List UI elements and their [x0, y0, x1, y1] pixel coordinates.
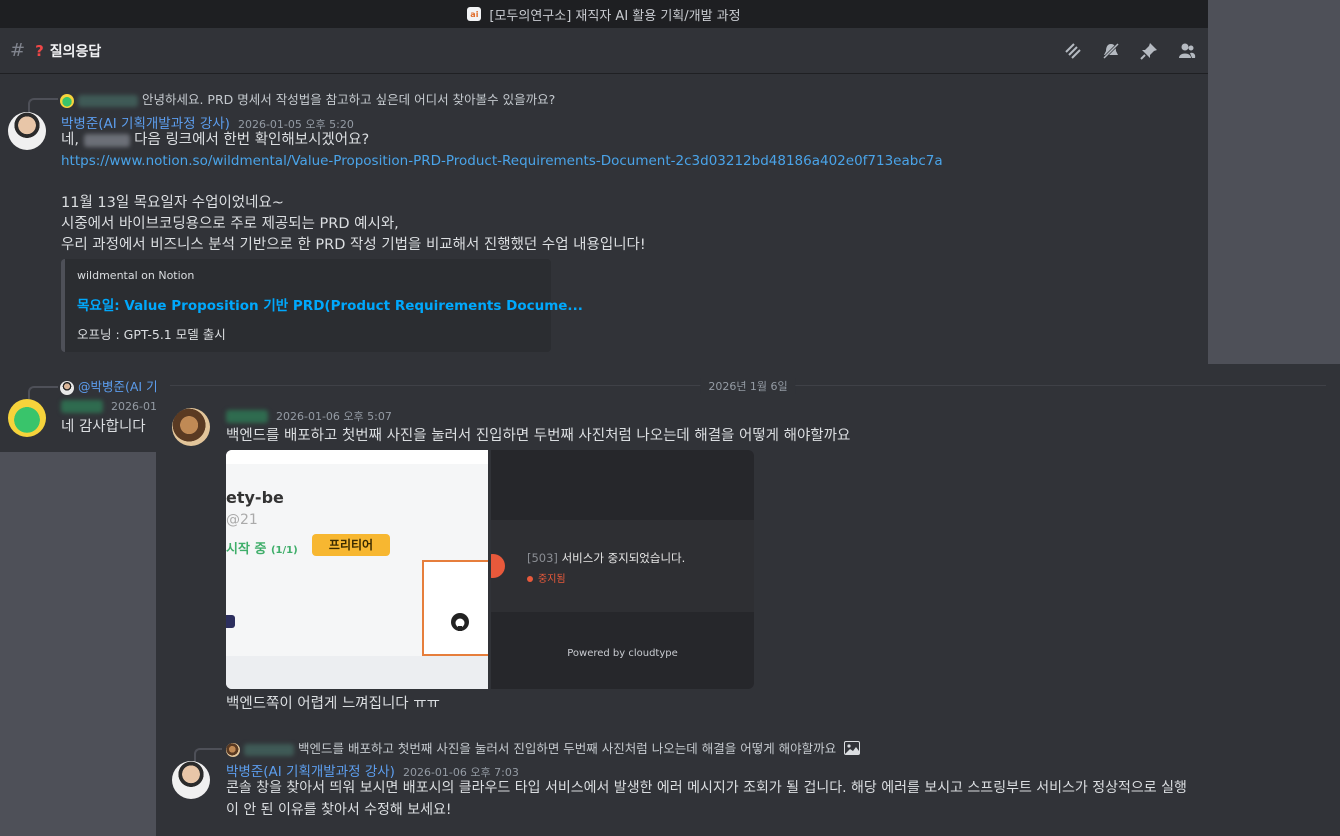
members-icon[interactable]	[1178, 42, 1196, 60]
image-status: 시작 중 (1/1)	[226, 542, 298, 557]
author-name[interactable]: 박병준(AI 기획개발과정 강사) 2026-01-06 오후 7:03	[226, 760, 519, 780]
embed-provider[interactable]: wildmental on Notion	[77, 269, 539, 282]
github-icon	[450, 612, 470, 636]
message-line: 네, 다음 링크에서 한번 확인해보시겠어요?	[61, 132, 370, 148]
error-panel	[491, 520, 754, 612]
link-embed: wildmental on Notion 목요일: Value Proposit…	[61, 259, 583, 352]
message-line: 시중에서 바이브코딩용으로 주로 제공되는 PRD 예시와,	[61, 216, 399, 232]
error-message: [503] 서비스가 중지되었습니다.	[527, 551, 686, 565]
pin-icon[interactable]	[1140, 42, 1158, 60]
redacted-name	[226, 409, 268, 423]
message-line: 11월 13일 목요일자 수업이었네요~	[61, 195, 284, 211]
image-top-bar	[226, 450, 488, 464]
redacted-name	[61, 399, 103, 413]
status-dot	[527, 576, 533, 582]
reply-mention[interactable]: @박병준(AI 기	[60, 376, 158, 395]
tier-badge: 프리티어	[312, 534, 390, 556]
hash-icon: #	[10, 40, 26, 61]
timestamp: 2026-01	[111, 400, 157, 413]
image-text: ety-be	[226, 488, 284, 507]
highlight-box	[422, 560, 488, 656]
reply-connector	[28, 98, 58, 114]
embed-title[interactable]: 목요일: Value Proposition 기반 PRD(Product Re…	[77, 294, 583, 314]
author-name[interactable]: 2026-01	[61, 398, 157, 414]
avatar[interactable]	[8, 112, 46, 150]
question-icon: ?	[35, 41, 44, 60]
powered-by: Powered by cloudtype	[567, 648, 678, 659]
image-element	[226, 615, 235, 628]
threads-icon[interactable]	[1064, 42, 1082, 60]
date-divider-label: 2026년 1월 6일	[700, 378, 796, 394]
attachment-image-2[interactable]: [503] 서비스가 중지되었습니다. 중지됨 Powered by cloud…	[491, 450, 754, 689]
image-icon	[844, 741, 861, 758]
mute-icon[interactable]	[1102, 42, 1120, 60]
timestamp: 2026-01-06 오후 5:07	[276, 410, 392, 423]
avatar	[60, 380, 74, 395]
message-line: 네 감사합니다	[61, 419, 146, 435]
author-name[interactable]: 2026-01-06 오후 5:07	[226, 408, 392, 424]
message-line: 백엔드쪽이 어렵게 느껴집니다 ㅠㅠ	[226, 696, 440, 712]
background-area	[1208, 0, 1340, 364]
notion-link[interactable]: https://www.notion.so/wildmental/Value-P…	[61, 151, 943, 172]
attachment-image-1[interactable]: ety-be @21 시작 중 (1/1) 프리티어	[226, 450, 488, 689]
image-text: @21	[226, 512, 258, 528]
redacted-name	[83, 133, 130, 147]
header-toolbar	[1064, 42, 1196, 60]
avatar[interactable]	[172, 761, 210, 799]
stopped-status: 중지됨	[527, 570, 566, 585]
reply-preview[interactable]: 안녕하세요. PRD 명세서 작성법을 참고하고 싶은데 어디서 찾아볼수 있을…	[60, 89, 555, 108]
avatar[interactable]	[8, 399, 46, 437]
window-title: [모두의연구소] 재직자 AI 활용 기획/개발 과정	[489, 8, 741, 24]
message-line: 백엔드를 배포하고 첫번째 사진을 눌러서 진입하면 두번째 사진처럼 나오는데…	[226, 428, 851, 444]
redacted-name	[77, 94, 138, 107]
window-titlebar: ai [모두의연구소] 재직자 AI 활용 기획/개발 과정	[0, 0, 1208, 28]
image-footer	[226, 656, 488, 689]
app-icon: ai	[467, 7, 482, 21]
avatar	[60, 93, 74, 108]
avatar	[226, 742, 240, 757]
channel-name: 질의응답	[49, 43, 102, 60]
embed-description: 오프닝 : GPT-5.1 모델 출시	[77, 327, 226, 342]
message-line: 우리 과정에서 비즈니스 분석 기반으로 한 PRD 작성 기법을 비교해서 진…	[61, 237, 646, 253]
avatar[interactable]	[172, 408, 210, 446]
message-line: 콘솔 창을 찾아서 띄워 보시면 배포시의 클라우드 타입 서비스에서 발생한 …	[226, 780, 1187, 796]
reply-preview[interactable]: 백엔드를 배포하고 첫번째 사진을 눌러서 진입하면 두번째 사진처럼 나오는데…	[226, 738, 861, 758]
chat-window: 2026년 1월 6일 2026-01-06 오후 5:07 백엔드를 배포하고…	[156, 364, 1340, 836]
background-area	[0, 452, 156, 836]
redacted-name	[243, 743, 294, 756]
message-line: 이 안 된 이유를 찾아서 수정해 보세요!	[226, 802, 452, 818]
author-name[interactable]: 박병준(AI 기획개발과정 강사) 2026-01-05 오후 5:20	[61, 112, 354, 132]
channel-header: # ? 질의응답	[0, 28, 1208, 74]
